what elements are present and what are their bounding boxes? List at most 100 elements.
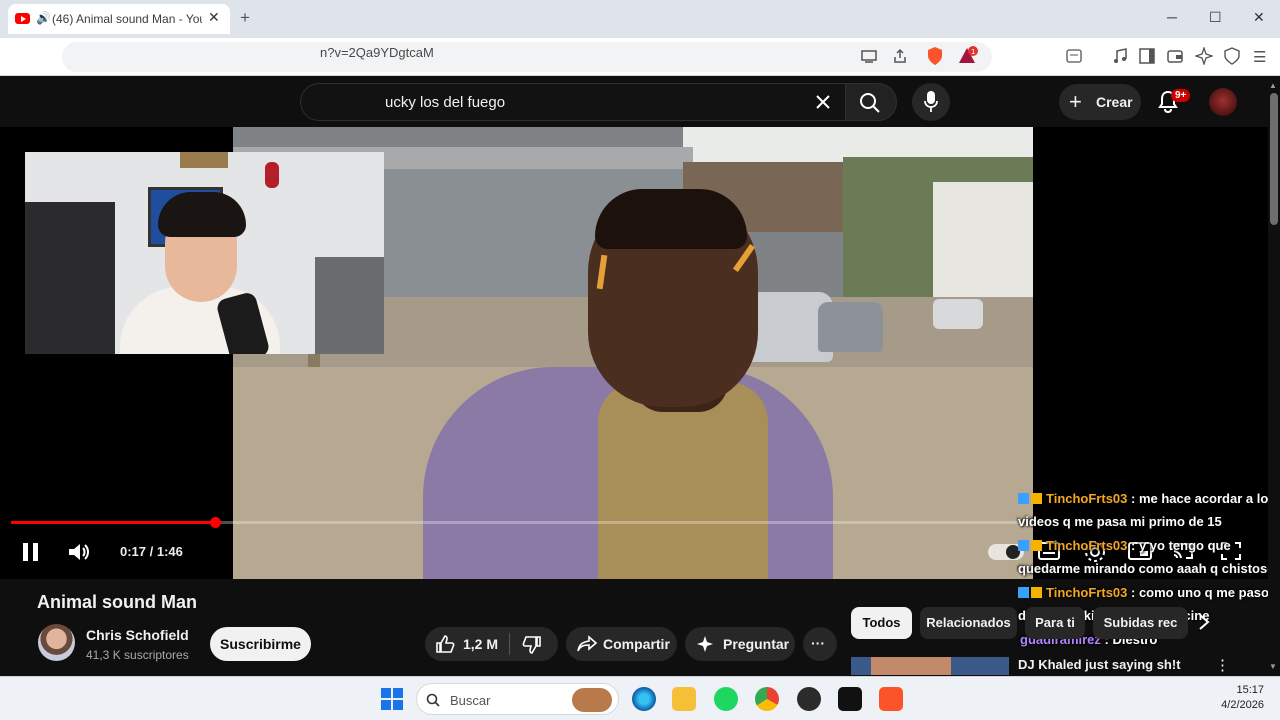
new-tab-button[interactable]: + (240, 8, 250, 28)
sub-badge-icon (1018, 540, 1029, 551)
user-avatar[interactable] (1209, 88, 1237, 116)
close-window-button[interactable]: ✕ (1253, 9, 1265, 26)
recommendation-thumbnail[interactable] (851, 657, 1009, 675)
start-pane (381, 700, 391, 710)
menu-icon[interactable]: ☰ (1253, 48, 1266, 66)
search-button[interactable] (845, 83, 897, 121)
pause-icon (23, 543, 28, 561)
music-icon[interactable] (1112, 48, 1128, 64)
chat-separator: : (1127, 585, 1139, 600)
chat-username: TinchoFrts03 (1046, 538, 1128, 553)
ask-button[interactable]: Preguntar (685, 627, 795, 661)
youtube-favicon-icon (15, 13, 30, 24)
crown-badge-icon (1031, 493, 1042, 504)
like-count[interactable]: 1,2 M (463, 636, 498, 652)
scroll-up-arrow-icon[interactable]: ▲ (1269, 81, 1277, 90)
create-button[interactable]: + Crear (1059, 84, 1141, 120)
clock-time: 15:17 (1236, 684, 1264, 696)
wallet-icon[interactable] (1167, 48, 1183, 64)
search-query-text[interactable]: ucky los del fuego (385, 94, 505, 111)
chrome-icon[interactable] (755, 687, 779, 711)
browser-tab[interactable]: 🔊 (46) Animal sound Man - You ✕ (8, 4, 230, 34)
more-actions-button[interactable]: ··· (803, 627, 837, 661)
brave-shield-icon[interactable] (926, 46, 944, 66)
voice-search-button[interactable] (912, 83, 950, 121)
streamer-webcam (25, 152, 384, 354)
ask-label: Preguntar (723, 636, 790, 652)
chat-separator: : (1127, 538, 1139, 553)
video-car (818, 302, 883, 352)
subscriber-count: 41,3 K suscriptores (86, 648, 189, 662)
brave-rewards-icon[interactable]: 1 (957, 46, 979, 66)
microphone-icon (924, 91, 938, 112)
tab-close-icon[interactable]: ✕ (208, 9, 220, 26)
chat-separator: : (1127, 491, 1139, 506)
taskbar-clock[interactable]: 15:17 4/2/2026 (1200, 683, 1264, 713)
windows-taskbar: Buscar (0, 676, 1280, 720)
clear-search-icon[interactable] (815, 94, 831, 110)
volume-icon[interactable] (67, 541, 91, 563)
video-person-hair (595, 189, 747, 249)
obs-icon[interactable] (797, 687, 821, 711)
edge-icon[interactable] (632, 687, 656, 711)
time-display: 0:17 / 1:46 (120, 544, 183, 559)
more-icon: ··· (811, 635, 825, 651)
file-explorer-icon[interactable] (672, 687, 696, 711)
tab-title: (46) Animal sound Man - You (52, 12, 202, 26)
progress-scrubber[interactable] (210, 517, 221, 528)
address-bar-row: n?v=2Qa9YDgtcaM 1 ☰ (0, 38, 1280, 76)
chat-message: TinchoFrts03 : me hace acordar a los vid… (1018, 487, 1280, 533)
taskbar-search-input[interactable]: Buscar (416, 683, 619, 715)
scroll-down-arrow-icon[interactable]: ▼ (1269, 662, 1277, 671)
plus-icon: + (1069, 89, 1082, 114)
reader-mode-icon[interactable] (1066, 49, 1082, 63)
url-text[interactable]: n?v=2Qa9YDgtcaM (320, 45, 434, 60)
share-button[interactable]: Compartir (566, 627, 677, 661)
minimize-button[interactable]: ─ (1167, 9, 1177, 25)
start-pane (393, 700, 403, 710)
like-dislike-group: 1,2 M (425, 627, 558, 661)
chip-recent-uploads[interactable]: Subidas rec (1093, 607, 1188, 639)
crown-badge-icon (1031, 540, 1042, 551)
video-title: Animal sound Man (37, 592, 198, 612)
scrollbar-thumb[interactable] (1270, 93, 1278, 225)
pause-button[interactable] (22, 543, 40, 561)
chevron-right-icon[interactable] (1198, 613, 1210, 631)
webcam-door (25, 202, 115, 354)
search-input[interactable] (300, 83, 845, 121)
share-label: Compartir (603, 636, 670, 652)
url-field[interactable] (62, 42, 992, 72)
youtube-header: ucky los del fuego + Crear 9+ (0, 77, 1280, 127)
chip-all[interactable]: Todos (851, 607, 912, 639)
windows-start-icon[interactable] (381, 688, 403, 710)
tiktok-icon[interactable] (838, 687, 862, 711)
maximize-button[interactable]: ☐ (1209, 9, 1222, 26)
channel-name[interactable]: Chris Schofield (86, 627, 189, 643)
chip-for-you[interactable]: Para ti (1025, 607, 1085, 639)
subscribe-button[interactable]: Suscribirme (210, 627, 311, 661)
webcam-poster (180, 152, 228, 168)
leo-ai-icon[interactable] (1195, 47, 1213, 65)
brave-icon[interactable] (879, 687, 903, 711)
crown-badge-icon (1031, 587, 1042, 598)
webcam-person-hair (158, 192, 246, 237)
clock-date: 4/2/2026 (1221, 699, 1264, 711)
sub-badge-icon (1018, 493, 1029, 504)
dislike-thumb-icon[interactable] (522, 635, 542, 655)
browser-tab-strip: 🔊 (46) Animal sound Man - You ✕ + ─ ☐ ✕ (0, 0, 1280, 38)
screen-cast-icon[interactable] (861, 49, 877, 63)
recommendation-title[interactable]: DJ Khaled just saying sh!t (1018, 657, 1181, 672)
search-icon (426, 693, 440, 707)
channel-avatar[interactable] (38, 624, 75, 661)
create-label: Crear (1096, 94, 1133, 110)
vpn-shield-icon[interactable] (1224, 47, 1240, 65)
start-pane (393, 688, 403, 698)
spotify-icon[interactable] (714, 687, 738, 711)
chip-related[interactable]: Relacionados (920, 607, 1017, 639)
sidebar-icon[interactable] (1139, 48, 1155, 64)
chat-username: TinchoFrts03 (1046, 491, 1128, 506)
recommendation-menu-icon[interactable]: ⋮ (1215, 656, 1230, 674)
share-icon[interactable] (892, 48, 908, 64)
like-thumb-icon[interactable] (435, 634, 455, 654)
tab-audio-icon[interactable]: 🔊 (36, 11, 51, 25)
